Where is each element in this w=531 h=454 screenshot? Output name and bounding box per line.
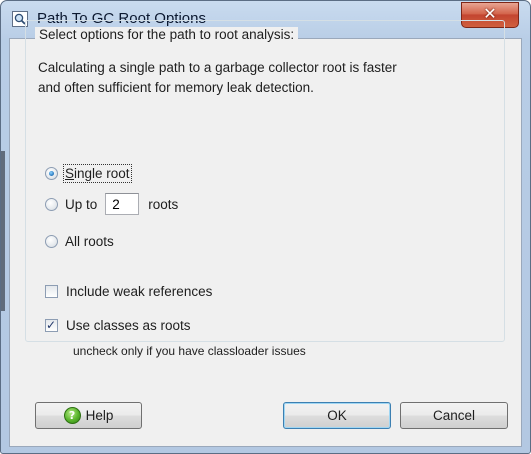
ok-button-label: OK (327, 408, 347, 423)
ok-button[interactable]: OK (283, 402, 391, 429)
description-line-2: and often sufficient for memory leak det… (38, 80, 314, 95)
checkbox-classes-label: Use classes as roots (66, 317, 191, 333)
cancel-button-label: Cancel (432, 408, 476, 423)
roots-count-input[interactable] (105, 193, 140, 215)
checkbox-weak-references[interactable]: Include weak references (45, 281, 212, 301)
group-legend: Select options for the path to root anal… (35, 27, 299, 42)
window-edge (1, 151, 5, 311)
radio-button-selected[interactable] (45, 166, 58, 180)
radio-single-root-label: Single root (63, 163, 132, 183)
classloader-hint: uncheck only if you have classloader iss… (73, 344, 306, 358)
radio-up-to[interactable]: Up to roots (45, 193, 179, 215)
radio-up-to-label: Up to (65, 196, 98, 212)
help-circle-icon: ? (63, 407, 81, 424)
cancel-button[interactable]: Cancel (400, 402, 508, 429)
radio-button[interactable] (45, 234, 58, 248)
checkbox-unchecked[interactable] (45, 284, 58, 298)
description-line-1: Calculating a single path to a garbage c… (38, 60, 397, 75)
checkbox-checked[interactable]: ✓ (45, 317, 58, 332)
checkbox-weak-label: Include weak references (66, 283, 213, 299)
description: Calculating a single path to a garbage c… (38, 58, 498, 98)
help-button-label: Help (85, 408, 114, 423)
help-button[interactable]: ? Help (35, 402, 142, 429)
radio-all-roots-label: All roots (65, 233, 114, 249)
checkmark-icon: ✓ (46, 317, 57, 332)
radio-single-root[interactable]: Single root (45, 163, 132, 183)
radio-all-roots[interactable]: All roots (45, 231, 114, 251)
dialog-window: Path To GC Root Options ✕ Select options… (0, 0, 531, 454)
radio-button[interactable] (45, 197, 58, 211)
roots-suffix-label: roots (148, 196, 179, 212)
checkbox-classes-as-roots[interactable]: ✓ Use classes as roots (45, 315, 191, 335)
